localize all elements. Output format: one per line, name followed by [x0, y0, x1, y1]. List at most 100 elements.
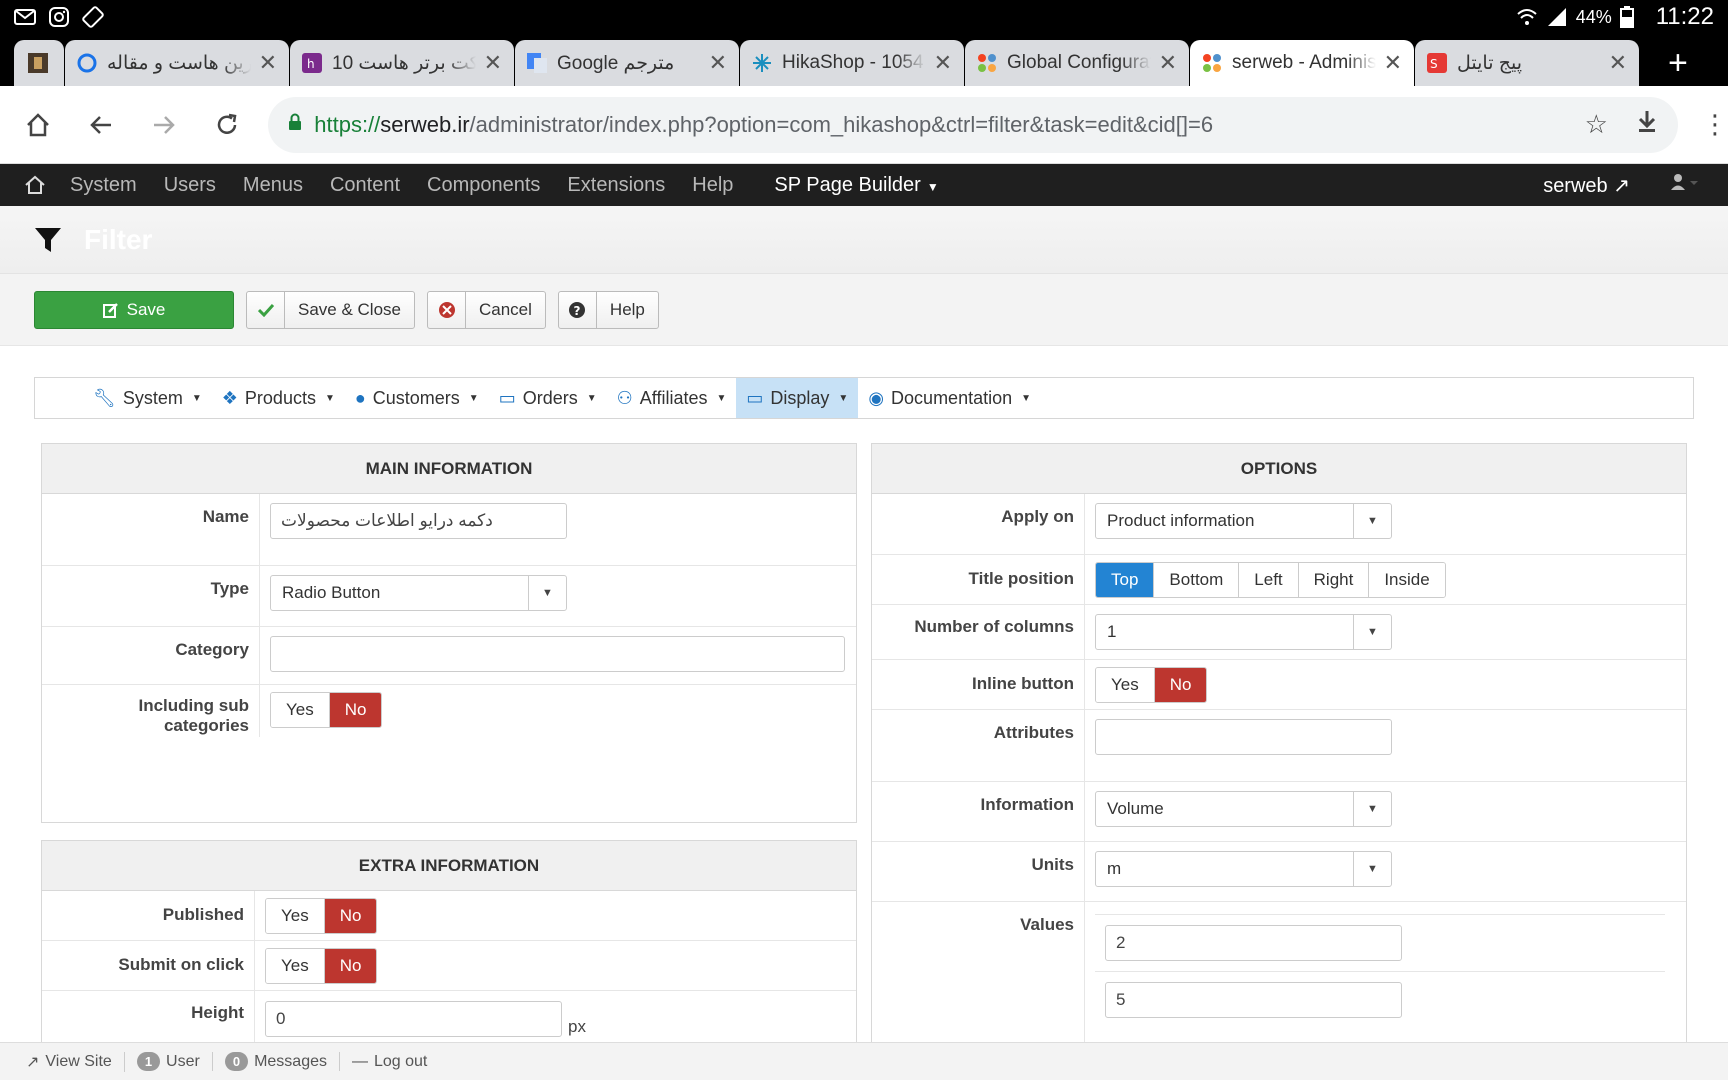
- question-icon: ?: [559, 291, 597, 328]
- more-menu-icon[interactable]: ⋮: [1702, 109, 1728, 140]
- new-tab-button[interactable]: +: [1668, 46, 1688, 80]
- published-no[interactable]: No: [323, 899, 377, 933]
- caret-down-icon: ▼: [586, 392, 597, 404]
- published-toggle[interactable]: Yes No: [265, 898, 378, 934]
- minus-icon: —: [351, 1052, 368, 1070]
- information-select[interactable]: Volume ▼: [1095, 791, 1392, 827]
- tab-serweb-admin[interactable]: serweb - Administration ✕: [1190, 40, 1414, 86]
- download-icon[interactable]: [1636, 109, 1658, 140]
- subcat-toggle[interactable]: Yes No: [270, 692, 383, 728]
- menu-extensions[interactable]: Extensions: [567, 174, 665, 197]
- title-position-top[interactable]: Top: [1096, 563, 1154, 597]
- admin-home-icon[interactable]: [0, 175, 70, 195]
- home-button[interactable]: [6, 93, 69, 157]
- site-link[interactable]: serweb ↗: [1543, 173, 1630, 198]
- back-button[interactable]: [69, 93, 132, 157]
- tab-page-title[interactable]: S پیج تایتل ✕: [1415, 40, 1639, 86]
- close-icon[interactable]: ✕: [709, 52, 727, 74]
- tab-pinned[interactable]: [14, 40, 64, 86]
- save-close-button[interactable]: Save & Close: [246, 290, 415, 329]
- battery-icon: [1619, 6, 1642, 28]
- help-button[interactable]: ? Help: [557, 290, 659, 329]
- type-select[interactable]: Radio Button ▼: [270, 575, 567, 611]
- caret-down-icon: ▼: [716, 392, 727, 404]
- menu-system[interactable]: System: [70, 174, 137, 197]
- menu-components[interactable]: Components: [427, 174, 540, 197]
- columns-select[interactable]: 1 ▼: [1095, 614, 1392, 650]
- inline-yes[interactable]: Yes: [1096, 668, 1154, 702]
- tab-hikashop[interactable]: HikaShop - 1054 ✕: [740, 40, 964, 86]
- menu-users[interactable]: Users: [164, 174, 216, 197]
- forward-button[interactable]: [132, 93, 195, 157]
- cancel-button[interactable]: Cancel: [427, 290, 546, 329]
- subcat-yes[interactable]: Yes: [271, 693, 329, 727]
- close-icon[interactable]: ✕: [1609, 52, 1627, 74]
- close-icon[interactable]: ✕: [934, 52, 952, 74]
- logout-link[interactable]: — Log out: [340, 1053, 439, 1071]
- address-bar[interactable]: https://serweb.ir/administrator/index.ph…: [268, 96, 1678, 153]
- height-input[interactable]: 0: [265, 1001, 562, 1037]
- close-icon[interactable]: ✕: [1384, 52, 1402, 74]
- title-position-left[interactable]: Left: [1238, 563, 1298, 597]
- submenu-orders[interactable]: ▭ Orders ▼: [489, 378, 607, 418]
- users-status[interactable]: 1 User: [125, 1052, 213, 1071]
- close-icon[interactable]: ✕: [484, 52, 502, 74]
- information-label: Information: [872, 782, 1085, 841]
- submenu-display[interactable]: ▭ Display ▼: [736, 378, 859, 418]
- menu-sp-page-builder[interactable]: SP Page Builder ▼: [774, 174, 938, 197]
- name-label: Name: [42, 494, 260, 565]
- apply-on-select[interactable]: Product information ▼: [1095, 503, 1392, 539]
- admin-menu: System Users Menus Content Components Ex…: [0, 164, 1728, 206]
- svg-text:?: ?: [574, 304, 581, 318]
- category-input[interactable]: [270, 636, 845, 672]
- reload-button[interactable]: [195, 93, 258, 157]
- inline-no[interactable]: No: [1153, 668, 1207, 702]
- save-button[interactable]: Save: [34, 290, 234, 329]
- tab-title: پیج تایتل: [1457, 52, 1523, 74]
- user-menu[interactable]: [1670, 173, 1698, 197]
- caret-down-icon: ▼: [468, 392, 479, 404]
- tab-global-config[interactable]: Global Configuration ✕: [965, 40, 1189, 86]
- name-input[interactable]: دکمه درایو اطلاعات محصولات: [270, 503, 567, 539]
- close-icon[interactable]: ✕: [259, 52, 277, 74]
- view-site-link[interactable]: ↗ View Site: [14, 1051, 125, 1072]
- title-position-bottom[interactable]: Bottom: [1153, 563, 1239, 597]
- attributes-input[interactable]: [1095, 719, 1392, 755]
- caret-down-icon: ▼: [528, 576, 566, 610]
- caret-down-icon: ▼: [1353, 615, 1391, 649]
- submit-no[interactable]: No: [323, 949, 377, 983]
- credit-card-icon: ▭: [498, 387, 516, 408]
- units-select[interactable]: m ▼: [1095, 851, 1392, 887]
- panel-heading: MAIN INFORMATION: [42, 444, 856, 494]
- lock-icon: [288, 113, 302, 136]
- bookmark-star-icon[interactable]: ☆: [1585, 109, 1608, 140]
- tab-best-host[interactable]: بهترین هاست و مقاله ✕: [65, 40, 289, 86]
- title-position-inside[interactable]: Inside: [1368, 563, 1445, 597]
- close-icon[interactable]: ✕: [1159, 52, 1177, 74]
- category-row: Category: [42, 627, 856, 685]
- extra-information-panel: EXTRA INFORMATION Published Yes No Submi…: [41, 840, 857, 1046]
- submenu-documentation[interactable]: ◉ Documentation ▼: [858, 378, 1041, 418]
- menu-content[interactable]: Content: [330, 174, 400, 197]
- tab-top-hosts[interactable]: h 10 شرکت برتر هاست ✕: [290, 40, 514, 86]
- published-yes[interactable]: Yes: [266, 899, 324, 933]
- title-position-right[interactable]: Right: [1297, 563, 1369, 597]
- cancel-icon: [428, 291, 466, 328]
- submenu-affiliates[interactable]: ⚇ Affiliates ▼: [607, 378, 737, 418]
- submit-yes[interactable]: Yes: [266, 949, 324, 983]
- submenu-system[interactable]: 🔧︎ System ▼: [83, 378, 212, 418]
- tab-google-translate[interactable]: Google مترجم ✕: [515, 40, 739, 86]
- messages-status[interactable]: 0 Messages: [213, 1052, 340, 1071]
- submenu-products[interactable]: ❖ Products ▼: [212, 378, 345, 418]
- value-input-2[interactable]: 5: [1105, 982, 1402, 1018]
- apply-on-row: Apply on Product information ▼: [872, 494, 1686, 555]
- submit-toggle[interactable]: Yes No: [265, 948, 378, 984]
- menu-help[interactable]: Help: [692, 174, 733, 197]
- subcat-no[interactable]: No: [328, 693, 382, 727]
- value-input-1[interactable]: 2: [1105, 925, 1402, 961]
- title-position-group[interactable]: Top Bottom Left Right Inside: [1095, 562, 1446, 598]
- submenu-customers[interactable]: ● Customers ▼: [345, 378, 489, 418]
- caret-down-icon: ▼: [324, 392, 335, 404]
- menu-menus[interactable]: Menus: [243, 174, 303, 197]
- inline-button-toggle[interactable]: Yes No: [1095, 667, 1208, 703]
